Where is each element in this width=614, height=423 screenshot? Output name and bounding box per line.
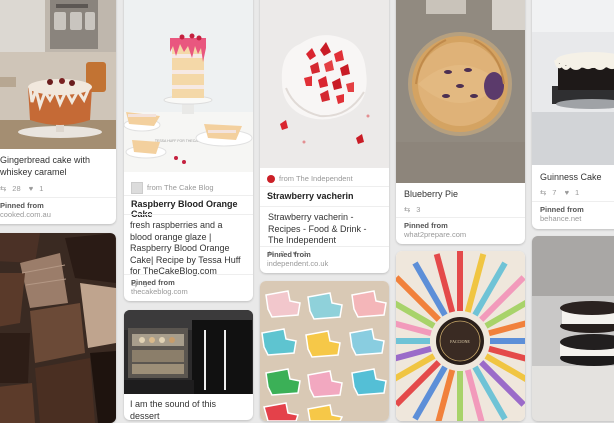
strawberry-vacherin-photo (260, 0, 389, 168)
pin-image-mixer-cookies[interactable] (260, 281, 389, 421)
pinned-from[interactable]: Pinned from thecakeblog.com (124, 278, 253, 296)
pin-description: Blueberry Pie (404, 189, 459, 199)
image-caption: FACCIONE (450, 339, 470, 344)
pin-description: fresh raspberries and a blood orange gla… (130, 220, 241, 276)
pin-card-chocolate-sticks[interactable]: FACCIONE (396, 251, 525, 421)
pin-description: Guinness Cake (540, 172, 602, 182)
from-board: The Cake Blog (163, 182, 214, 192)
pinned-from-source[interactable]: independent.co.uk (267, 259, 389, 268)
pin-source-board[interactable]: from The Independent (260, 174, 389, 184)
pinned-from-source[interactable]: behance.net (540, 214, 614, 223)
pin-image-guinness-cake[interactable] (532, 0, 614, 165)
pin-description: Strawberry vacherin - Recipes - Food & D… (268, 212, 367, 245)
mixer-cookies-photo (260, 281, 389, 421)
pinned-from[interactable]: Pinned from cooked.com.au (0, 201, 116, 219)
from-prefix: from (147, 182, 162, 192)
pin-card-ice-cream-sandwich[interactable] (532, 236, 614, 421)
repin-icon: ⇆ (540, 187, 547, 197)
pin-title[interactable]: Raspberry Blood Orange Cake (124, 199, 253, 219)
pin-image-gingerbread-cake[interactable] (0, 0, 116, 149)
pin-description: I am the sound of this dessert (130, 399, 217, 420)
pin-image-blueberry-pie[interactable] (396, 0, 525, 183)
pinned-from-label: Pinned from (540, 205, 584, 214)
pinned-from[interactable]: Pinned from independent.co.uk (260, 250, 389, 268)
pinned-from-label: Pinned from (0, 201, 44, 210)
from-board: The Independent (295, 174, 353, 183)
pin-card-gingerbread[interactable]: Gingerbread cake with whiskey caramel ⇆ 2… (0, 0, 116, 224)
pin-image-raspberry-cake[interactable]: TESSA HUFF FOR THECAKEBLOG.COM (124, 0, 253, 172)
repin-icon: ⇆ (404, 204, 411, 214)
pin-stats: ⇆ 7 ♥ 1 (532, 188, 614, 197)
pin-stats: ⇆ 28 ♥ 1 (0, 184, 116, 193)
pin-image-chocolate-sticks[interactable]: FACCIONE (396, 251, 525, 421)
repin-count: 3 (416, 204, 421, 214)
ice-cream-sandwich-photo (532, 236, 614, 421)
pin-image-strawberry-vacherin[interactable] (260, 0, 389, 168)
pinned-from-label: Pinned from (404, 221, 448, 230)
like-count: 1 (39, 184, 44, 193)
pin-image-dessert-shop[interactable] (124, 310, 253, 394)
pin-card-chocolate[interactable] (0, 233, 116, 423)
chocolate-photo (0, 233, 116, 423)
blueberry-pie-photo (396, 0, 525, 183)
pinned-from[interactable]: Pinned from what2prepare.com (396, 221, 525, 239)
pin-card-raspberry-cake[interactable]: TESSA HUFF FOR THECAKEBLOG.COM from The … (124, 0, 253, 301)
board-avatar-icon (131, 182, 143, 194)
pin-stats: ⇆ 3 (396, 205, 525, 214)
guinness-cake-photo (532, 0, 614, 165)
gingerbread-cake-photo (0, 0, 116, 149)
pinned-from-source[interactable]: thecakeblog.com (131, 287, 253, 296)
chocolate-sticks-photo: FACCIONE (396, 251, 525, 421)
heart-icon: ♥ (564, 187, 570, 197)
pinned-from-source[interactable]: cooked.com.au (0, 210, 116, 219)
pinned-from-source[interactable]: what2prepare.com (404, 230, 525, 239)
pin-card-strawberry-vacherin[interactable]: from The Independent Strawberry vacherin… (260, 0, 389, 273)
pin-description: Gingerbread cake with whiskey caramel (0, 155, 91, 177)
repin-count: 28 (12, 184, 21, 193)
repin-count: 7 (552, 187, 557, 197)
pinned-from[interactable]: Pinned from behance.net (532, 205, 614, 223)
pin-image-ice-cream-sandwich[interactable] (532, 236, 614, 421)
pinned-from-label: Pinned from (267, 250, 311, 259)
pin-card-guinness-cake[interactable]: Guinness Cake ⇆ 7 ♥ 1 Pinned from behance.… (532, 0, 614, 229)
raspberry-cake-photo: TESSA HUFF FOR THECAKEBLOG.COM (124, 0, 253, 172)
pin-card-blueberry-pie[interactable]: Blueberry Pie ⇆ 3 Pinned from what2prepar… (396, 0, 525, 244)
pin-image-chocolate[interactable] (0, 233, 116, 423)
heart-icon: ♥ (28, 184, 34, 193)
repin-icon: ⇆ (0, 184, 7, 193)
from-prefix: from (279, 174, 294, 183)
dessert-shop-photo (124, 310, 253, 394)
pin-card-mixer-cookies[interactable] (260, 281, 389, 421)
pinned-from-label: Pinned from (131, 278, 175, 287)
pin-title[interactable]: Strawberry vacherin (260, 191, 389, 201)
source-logo-icon (267, 175, 275, 184)
pin-source-board[interactable]: from The Cake Blog (124, 182, 253, 194)
like-count: 1 (575, 187, 580, 197)
